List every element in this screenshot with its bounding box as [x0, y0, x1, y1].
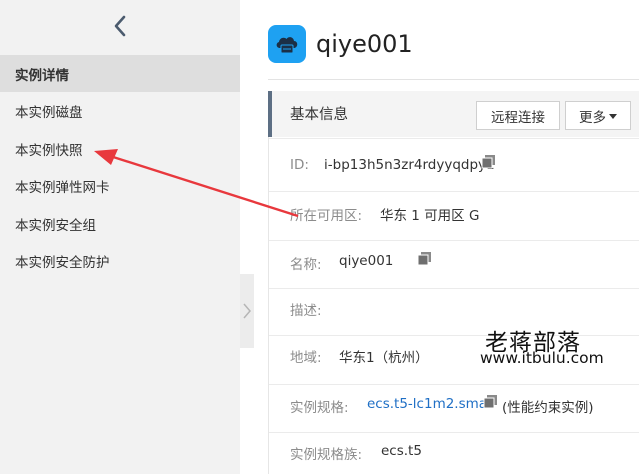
instance-type-note: (性能约束实例): [502, 400, 594, 416]
instance-type-link[interactable]: ecs.t5-lc1m2.small: [367, 396, 495, 412]
instance-family-value: ecs.t5: [381, 443, 422, 459]
sidebar-item-label: 本实例安全组: [15, 217, 96, 234]
sidebar-item-network-interfaces[interactable]: 本实例弹性网卡: [0, 167, 240, 204]
page-title: qiye001: [316, 30, 413, 58]
row-label: 实例规格:: [290, 400, 349, 416]
chevron-right-icon: [243, 303, 251, 319]
watermark-url: www.itbulu.com: [480, 349, 604, 367]
name-value: qiye001: [339, 253, 394, 269]
row-label: ID:: [290, 157, 309, 173]
sidebar-item-label: 本实例快照: [15, 142, 83, 159]
info-row-instance-type: 实例规格: ecs.t5-lc1m2.small (性能约束实例): [269, 384, 639, 421]
info-row-zone: 所在可用区: 华东 1 可用区 G: [269, 191, 639, 228]
chevron-left-icon: [114, 15, 126, 37]
caret-down-icon: [609, 113, 617, 119]
sidebar-item-label: 本实例安全防护: [15, 254, 110, 271]
row-label: 所在可用区:: [290, 208, 363, 224]
row-label: 实例规格族:: [290, 447, 363, 463]
sidebar-item-label: 实例详情: [15, 67, 69, 84]
sidebar-item-snapshots[interactable]: 本实例快照: [0, 130, 240, 167]
divider: [268, 79, 639, 80]
zone-value: 华东 1 可用区 G: [380, 208, 480, 224]
row-label: 名称:: [290, 257, 322, 273]
copy-icon[interactable]: [483, 394, 499, 410]
info-row-name: 名称: qiye001: [269, 240, 639, 277]
sidebar-item-label: 本实例弹性网卡: [15, 179, 110, 196]
sidebar-item-disks[interactable]: 本实例磁盘: [0, 92, 240, 129]
sidebar-item-instance-details[interactable]: 实例详情: [0, 55, 240, 92]
copy-icon[interactable]: [481, 154, 497, 170]
more-label: 更多: [579, 109, 606, 126]
info-row-id: ID: i-bp13h5n3zr4rdyyqdpy1: [269, 138, 639, 175]
sidebar-toggle-handle[interactable]: [240, 274, 254, 348]
remote-connect-label: 远程连接: [491, 109, 545, 126]
cloud-server-icon: [268, 25, 306, 63]
remote-connect-button[interactable]: 远程连接: [476, 101, 560, 130]
sidebar: 实例详情 本实例磁盘 本实例快照 本实例弹性网卡 本实例安全组 本实例安全防护: [0, 0, 240, 474]
collapse-sidebar-button[interactable]: [0, 0, 240, 52]
sidebar-item-label: 本实例磁盘: [15, 104, 83, 121]
region-value: 华东1（杭州）: [339, 350, 429, 366]
info-row-description: 描述:: [269, 288, 639, 325]
panel-title: 基本信息: [290, 107, 348, 123]
sidebar-item-security-groups[interactable]: 本实例安全组: [0, 205, 240, 242]
info-row-instance-family: 实例规格族: ecs.t5: [269, 432, 639, 469]
instance-id-value: i-bp13h5n3zr4rdyyqdpy1: [324, 157, 495, 173]
copy-icon[interactable]: [417, 251, 433, 267]
more-dropdown-button[interactable]: 更多: [565, 101, 631, 130]
row-label: 地域:: [290, 350, 322, 366]
sidebar-item-security-protection[interactable]: 本实例安全防护: [0, 242, 240, 279]
row-label: 描述:: [290, 303, 322, 319]
